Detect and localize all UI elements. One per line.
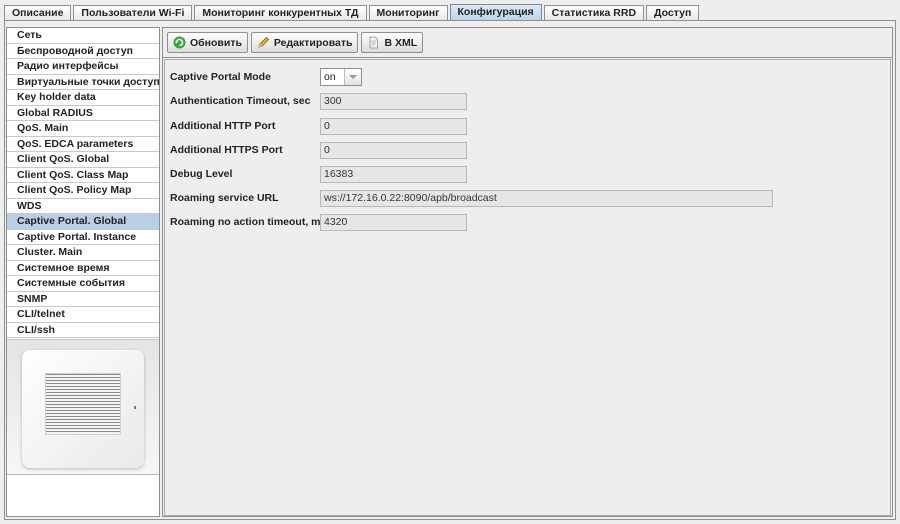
auth-timeout-label: Authentication Timeout, sec: [170, 95, 311, 107]
sidebar-item-captive-portal-instance[interactable]: Captive Portal. Instance: [7, 229, 159, 245]
sidebar-item-system-time[interactable]: Системное время: [7, 260, 159, 276]
tab-bar: Описание Пользователи Wi-Fi Мониторинг к…: [4, 4, 896, 21]
roaming-url-field[interactable]: ws://172.16.0.22:8090/apb/broadcast: [320, 189, 773, 207]
sidebar-item-wireless-access[interactable]: Беспроводной доступ: [7, 43, 159, 59]
sidebar-item-captive-portal-global[interactable]: Captive Portal. Global: [7, 214, 159, 230]
refresh-button-label: Обновить: [190, 36, 242, 49]
edit-button-label: Редактировать: [273, 36, 353, 49]
form-panel: Captive Portal Mode on Authentication Ti…: [163, 57, 892, 516]
captive-portal-mode-label: Captive Portal Mode: [170, 71, 271, 83]
roaming-timeout-field[interactable]: 4320: [320, 213, 467, 231]
sidebar-item-qos-main[interactable]: QoS. Main: [7, 121, 159, 137]
sidebar-item-radio-interfaces[interactable]: Радио интерфейсы: [7, 59, 159, 75]
refresh-button[interactable]: Обновить: [167, 32, 248, 53]
edit-button[interactable]: Редактировать: [250, 32, 359, 53]
http-port-row: Additional HTTP Port 0: [170, 117, 467, 135]
debug-level-row: Debug Level 16383: [170, 165, 467, 183]
sidebar-item-cli-ssh[interactable]: CLI/ssh: [7, 322, 159, 338]
sidebar-item-qos-edca[interactable]: QoS. EDCA parameters: [7, 136, 159, 152]
device-vent-grille: [45, 373, 121, 435]
sidebar-item-system-events[interactable]: Системные события: [7, 276, 159, 292]
config-sidebar: Сеть Беспроводной доступ Радио интерфейс…: [6, 27, 160, 517]
document-icon: [367, 36, 380, 49]
https-port-field[interactable]: 0: [320, 141, 467, 159]
sidebar-item-virtual-aps[interactable]: Виртуальные точки доступа: [7, 74, 159, 90]
tab-wifi-users[interactable]: Пользователи Wi-Fi: [73, 5, 193, 21]
device-led-indicator: [134, 406, 136, 409]
roaming-timeout-row: Roaming no action timeout, min 4320: [170, 213, 467, 231]
sidebar-item-wds[interactable]: WDS: [7, 198, 159, 214]
tab-rrd-statistics[interactable]: Статистика RRD: [543, 5, 645, 21]
roaming-timeout-label: Roaming no action timeout, min: [170, 216, 330, 228]
roaming-url-row: Roaming service URL ws://172.16.0.22:809…: [170, 189, 773, 207]
sidebar-item-network[interactable]: Сеть: [7, 28, 159, 44]
sidebar-item-global-radius[interactable]: Global RADIUS: [7, 105, 159, 121]
sidebar-item-client-qos-class-map[interactable]: Client QoS. Class Map: [7, 167, 159, 183]
tab-competing-ap-monitoring[interactable]: Мониторинг конкурентных ТД: [194, 5, 367, 21]
sidebar-item-client-qos-global[interactable]: Client QoS. Global: [7, 152, 159, 168]
access-point-device-image: [22, 350, 144, 468]
http-port-field[interactable]: 0: [320, 117, 467, 135]
toolbar: Обновить Редактировать В XML: [167, 32, 424, 54]
tab-access[interactable]: Доступ: [646, 5, 700, 21]
config-main-panel: Обновить Редактировать В XML Captive Por…: [162, 27, 893, 517]
roaming-url-label: Roaming service URL: [170, 192, 279, 204]
sidebar-item-cli-telnet[interactable]: CLI/telnet: [7, 307, 159, 323]
refresh-icon: [173, 36, 186, 49]
config-nav-list: Сеть Беспроводной доступ Радио интерфейс…: [7, 28, 159, 338]
chevron-down-icon[interactable]: [344, 69, 361, 85]
debug-level-label: Debug Level: [170, 168, 233, 180]
sidebar-item-key-holder-data[interactable]: Key holder data: [7, 90, 159, 106]
captive-portal-mode-row: Captive Portal Mode on: [170, 68, 362, 86]
https-port-label: Additional HTTPS Port: [170, 144, 283, 156]
tab-description[interactable]: Описание: [4, 5, 72, 21]
device-image-panel: [7, 339, 159, 475]
auth-timeout-row: Authentication Timeout, sec 300: [170, 92, 467, 110]
debug-level-field[interactable]: 16383: [320, 165, 467, 183]
export-xml-button-label: В XML: [384, 36, 418, 49]
captive-portal-mode-value: on: [324, 71, 336, 83]
pencil-icon: [257, 36, 270, 49]
sidebar-item-cluster-main[interactable]: Cluster. Main: [7, 245, 159, 261]
captive-portal-mode-select[interactable]: on: [320, 68, 362, 86]
sidebar-item-snmp[interactable]: SNMP: [7, 291, 159, 307]
tab-monitoring[interactable]: Мониторинг: [368, 5, 448, 21]
export-xml-button[interactable]: В XML: [361, 32, 424, 53]
form-panel-inner: Captive Portal Mode on Authentication Ti…: [164, 59, 891, 516]
http-port-label: Additional HTTP Port: [170, 120, 276, 132]
tab-configuration[interactable]: Конфигурация: [449, 4, 542, 21]
sidebar-item-client-qos-policy-map[interactable]: Client QoS. Policy Map: [7, 183, 159, 199]
https-port-row: Additional HTTPS Port 0: [170, 141, 467, 159]
auth-timeout-field[interactable]: 300: [320, 92, 467, 110]
